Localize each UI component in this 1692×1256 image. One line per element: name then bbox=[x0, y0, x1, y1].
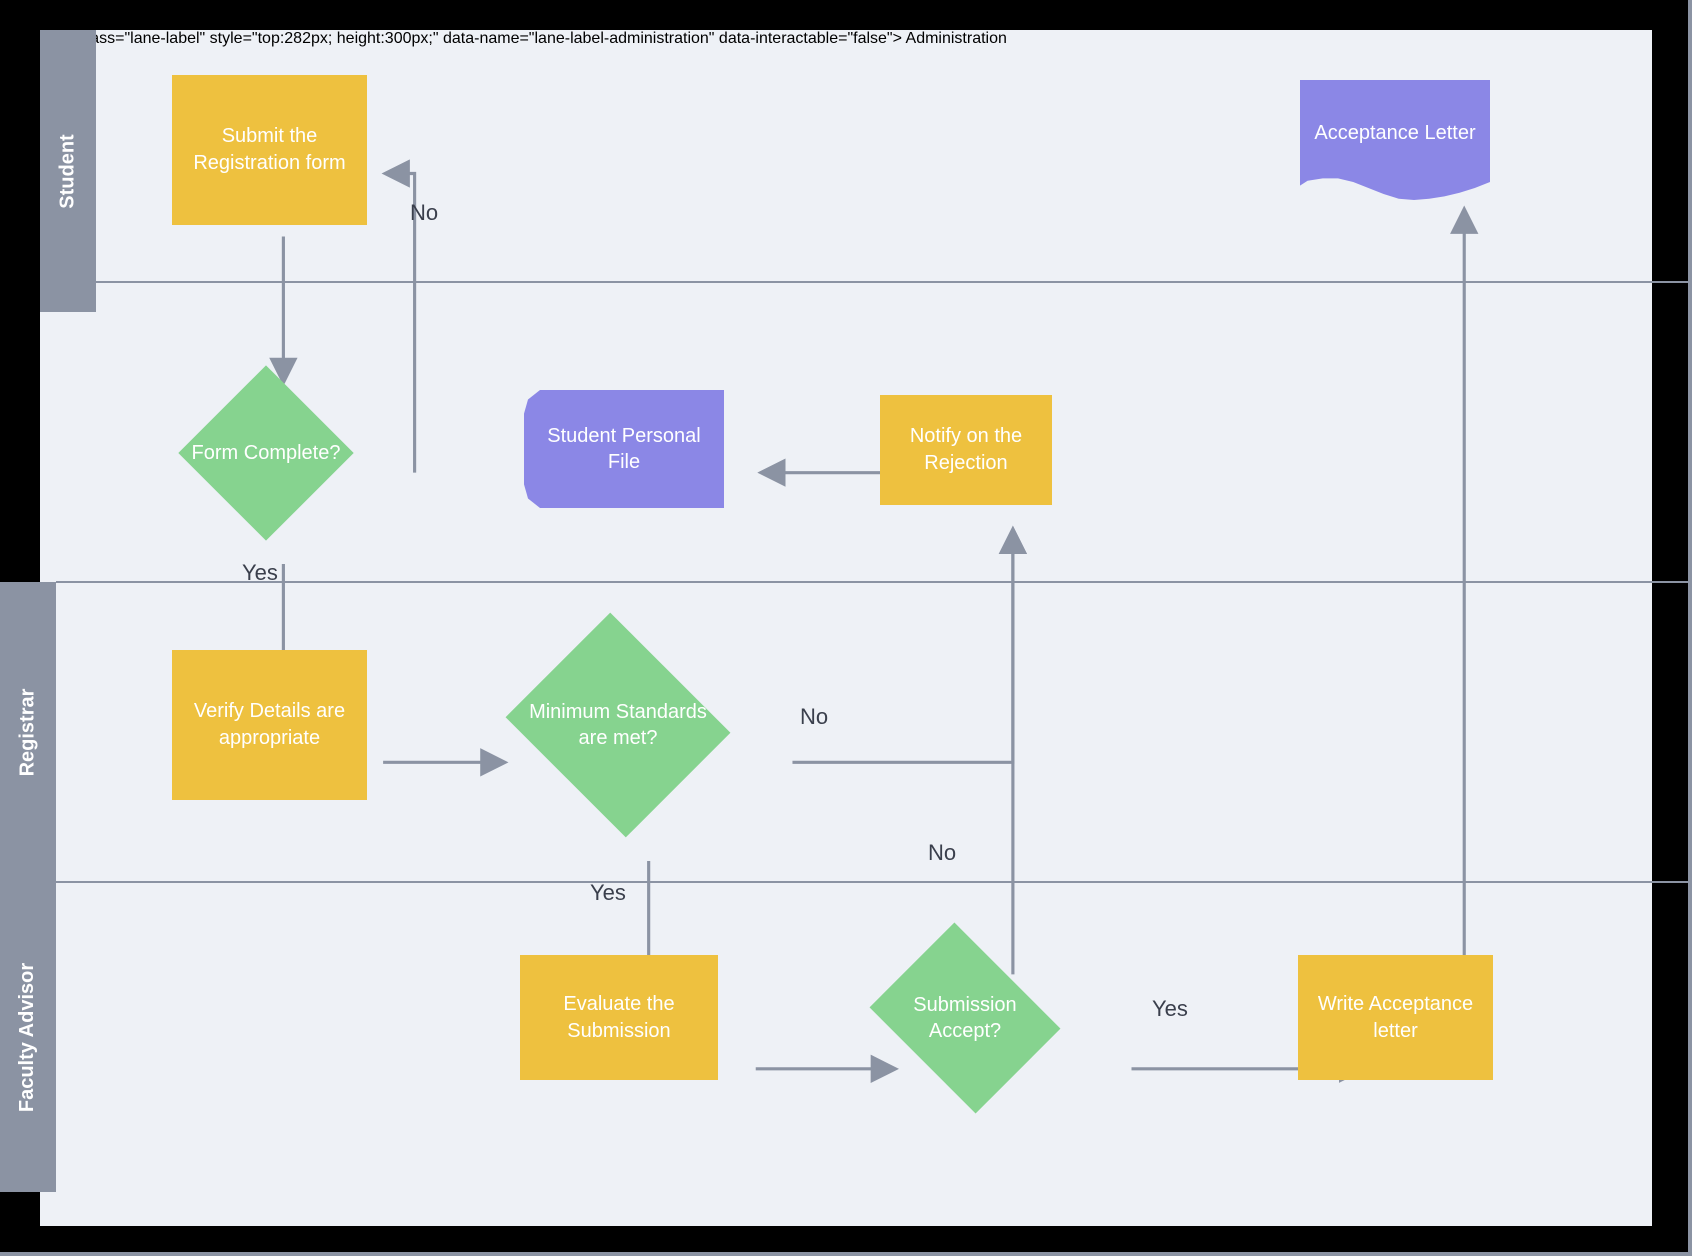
swimlane-flowchart: Student < div class="lane-label" style="… bbox=[0, 0, 1692, 1256]
node-student-personal-file: Student Personal File bbox=[524, 390, 724, 508]
edge-label-yes: Yes bbox=[590, 880, 626, 906]
lane-divider bbox=[56, 581, 1692, 583]
node-label: Notify on the Rejection bbox=[892, 423, 1040, 477]
node-minimum-standards-decision: Minimum Standards are met? bbox=[482, 600, 754, 850]
node-label: Form Complete? bbox=[178, 365, 354, 541]
node-form-complete-decision: Form Complete? bbox=[178, 365, 354, 541]
lane-label-faculty-advisor: Faculty Advisor bbox=[0, 882, 56, 1192]
node-write-acceptance-letter: Write Acceptance letter bbox=[1298, 955, 1493, 1080]
edge-label-yes: Yes bbox=[242, 560, 278, 586]
lane-label-registrar: Registrar bbox=[0, 582, 56, 882]
lane-divider bbox=[56, 881, 1692, 883]
node-label: Acceptance Letter bbox=[1314, 120, 1475, 146]
lane-label-student: Student bbox=[40, 30, 96, 312]
node-label: Minimum Standards are met? bbox=[482, 600, 754, 850]
node-label: Student Personal File bbox=[536, 423, 712, 475]
lane-label-text: Administration bbox=[906, 30, 1007, 47]
edge-label-no: No bbox=[800, 704, 828, 730]
node-submission-accept-decision: Submission Accept? bbox=[852, 920, 1078, 1116]
lane-label-text: Student bbox=[57, 134, 80, 208]
lane-divider bbox=[56, 281, 1692, 283]
edge-label-no: No bbox=[928, 840, 956, 866]
diagram-border bbox=[0, 1252, 1692, 1256]
diagram-border bbox=[1688, 0, 1692, 1256]
edge-label-no: No bbox=[410, 200, 438, 226]
node-verify-details: Verify Details are appropriate bbox=[172, 650, 367, 800]
node-label: Submit the Registration form bbox=[184, 123, 355, 177]
edge-label-yes: Yes bbox=[1152, 996, 1188, 1022]
node-label: Verify Details are appropriate bbox=[184, 698, 355, 752]
node-label: Submission Accept? bbox=[852, 920, 1078, 1116]
lane-label-text: Faculty Advisor bbox=[17, 962, 40, 1111]
node-evaluate-submission: Evaluate the Submission bbox=[520, 955, 718, 1080]
node-label: Evaluate the Submission bbox=[532, 991, 706, 1045]
lane-label-text: Registrar bbox=[17, 688, 40, 776]
node-submit-registration-form: Submit the Registration form bbox=[172, 75, 367, 225]
node-label: Write Acceptance letter bbox=[1310, 991, 1481, 1045]
node-notify-rejection: Notify on the Rejection bbox=[880, 395, 1052, 505]
